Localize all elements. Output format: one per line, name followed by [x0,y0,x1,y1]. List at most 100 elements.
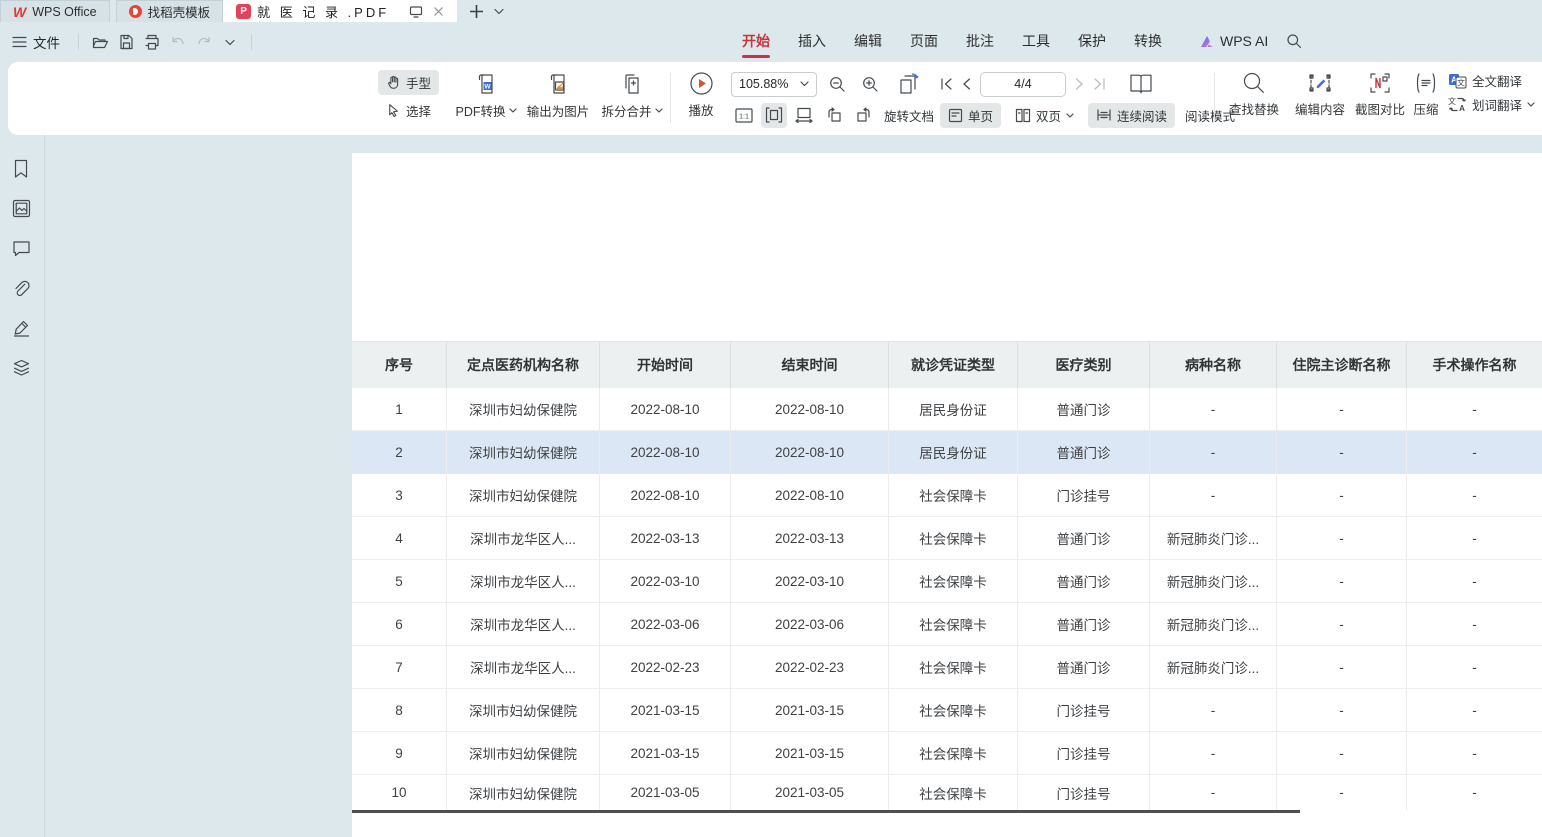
export-image-button[interactable]: 输出为图片 [522,71,594,120]
table-row: 1深圳市妇幼保健院2022-08-102022-08-10居民身份证普通门诊--… [352,388,1542,431]
screenshot-compare-button[interactable]: 截图对比 [1348,71,1412,118]
hand-tool-button[interactable]: 手型 [378,70,439,95]
table-row: 5深圳市龙华区人...2022-03-102022-03-10社会保障卡普通门诊… [352,560,1542,603]
play-button[interactable]: 播放 [666,71,736,119]
double-page-icon [1015,108,1031,123]
table-cell: - [1407,560,1542,603]
full-translate-button[interactable]: A 文 全文翻译 [1448,71,1535,90]
single-page-button[interactable]: 单页 [940,103,1001,128]
quick-access-chevron-icon[interactable] [217,30,243,54]
ribbon-tab-开始[interactable]: 开始 [728,22,784,60]
screenshot-compare-icon [1368,71,1392,95]
embedded-scrollbar-thumb [352,810,1300,813]
double-page-button[interactable]: 双页 [1007,103,1082,128]
full-translate-icon: A 文 [1448,73,1467,89]
ribbon-tab-工具[interactable]: 工具 [1008,22,1064,60]
table-cell: - [1150,775,1277,810]
continuous-read-label: 连续阅读 [1117,106,1167,125]
compress-label: 压缩 [1413,99,1438,118]
medical-records-table: 序号定点医药机构名称开始时间结束时间就诊凭证类型医疗类别病种名称住院主诊断名称手… [352,341,1542,810]
page-number-input[interactable]: 4/4 [980,72,1066,97]
bookmark-icon[interactable] [12,159,32,179]
prev-page-button[interactable] [962,78,971,90]
divider [1214,73,1215,123]
comment-icon[interactable] [12,240,32,260]
table-cell: - [1277,474,1407,517]
close-tab-icon[interactable] [433,6,444,17]
table-cell: 2022-03-06 [731,603,889,646]
column-header: 医疗类别 [1018,341,1150,388]
signature-icon[interactable] [12,319,32,339]
split-merge-label: 拆分合并 [601,101,651,120]
left-panel-sidebar [0,135,44,837]
tab-wps-office[interactable]: W WPS Office [0,0,110,22]
wps-ai-button[interactable]: WPS AI [1199,33,1268,49]
table-cell: 2021-03-15 [731,689,889,732]
ribbon-search-icon[interactable] [1286,33,1302,49]
word-translate-button[interactable]: 文 A 划词翻译 [1448,95,1535,114]
tab-wps-office-label: WPS Office [32,5,96,19]
file-menu-button[interactable]: 文件 [0,32,70,52]
ribbon-tab-保护[interactable]: 保护 [1064,22,1120,60]
pdf-convert-label: PDF转换 [455,101,505,120]
svg-text:A: A [1459,104,1465,113]
first-page-button[interactable] [940,78,953,90]
table-cell: 2022-03-10 [600,560,731,603]
fit-width-button[interactable] [791,103,817,128]
pdf-convert-button[interactable]: W PDF转换 [450,71,522,120]
split-merge-button[interactable]: 拆分合并 [596,71,668,120]
enter-workspace-icon[interactable] [409,6,423,18]
table-cell: 门诊挂号 [1018,689,1150,732]
thumbnail-icon[interactable] [12,199,32,219]
double-page-label: 双页 [1036,106,1061,125]
zoom-in-button[interactable] [857,72,883,97]
hand-icon [386,75,401,90]
edit-content-button[interactable]: 编辑内容 [1288,71,1352,118]
docer-icon [129,5,142,18]
find-replace-label: 查找替换 [1229,99,1279,118]
compress-button[interactable]: 压缩 [1404,71,1448,118]
tab-list-chevron-icon[interactable] [494,8,504,15]
open-file-button[interactable] [87,30,113,54]
zoom-level-select[interactable]: 105.88% [731,72,817,97]
redo-button[interactable] [191,30,217,54]
tab-document-pdf[interactable]: P 就 医 记 录 .PDF [223,0,457,22]
edit-content-label: 编辑内容 [1295,99,1345,118]
last-page-button[interactable] [1093,78,1106,90]
wps-logo-icon: W [13,5,26,19]
rotate-left-button[interactable] [821,103,847,128]
find-replace-button[interactable]: 查找替换 [1222,71,1286,118]
table-cell: - [1407,474,1542,517]
document-view-area[interactable]: 序号定点医药机构名称开始时间结束时间就诊凭证类型医疗类别病种名称住院主诊断名称手… [45,135,1542,837]
ribbon-tab-编辑[interactable]: 编辑 [840,22,896,60]
continuous-read-button[interactable]: 连续阅读 [1088,103,1175,128]
table-body: 1深圳市妇幼保健院2022-08-102022-08-10居民身份证普通门诊--… [352,388,1542,810]
rotate-document-label[interactable]: 旋转文档 [884,106,934,125]
print-button[interactable] [139,30,165,54]
attachment-icon[interactable] [12,280,32,300]
new-tab-button[interactable] [469,4,484,19]
rotate-right-button[interactable] [851,103,877,128]
select-tool-button[interactable]: 选择 [378,98,439,123]
table-cell: 2 [352,431,447,474]
table-cell: - [1277,689,1407,732]
table-cell: 1 [352,388,447,431]
ribbon-tab-转换[interactable]: 转换 [1120,22,1176,60]
save-button[interactable] [113,30,139,54]
tab-docer-templates[interactable]: 找稻壳模板 [116,0,224,22]
next-page-button[interactable] [1075,78,1084,90]
undo-button[interactable] [165,30,191,54]
fit-page-button[interactable] [761,103,787,128]
ribbon-tab-批注[interactable]: 批注 [952,22,1008,60]
table-cell: 深圳市龙华区人... [447,560,600,603]
table-cell: - [1150,388,1277,431]
page-indicator-value: 4/4 [1014,77,1031,91]
zoom-out-button[interactable] [824,72,850,97]
table-cell: 2021-03-15 [731,732,889,775]
ribbon-tab-页面[interactable]: 页面 [896,22,952,60]
layers-icon[interactable] [12,359,32,379]
svg-text:文: 文 [1457,77,1465,87]
column-header: 定点医药机构名称 [447,341,600,388]
actual-size-button[interactable]: 1:1 [731,103,757,128]
ribbon-tab-插入[interactable]: 插入 [784,22,840,60]
